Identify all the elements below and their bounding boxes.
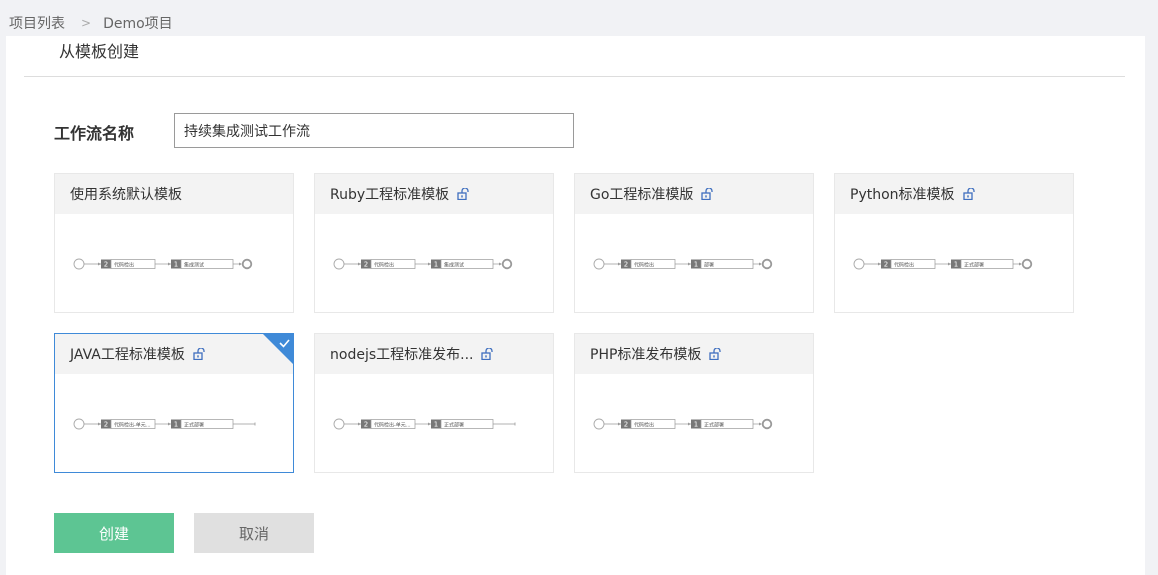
template-card[interactable]: Go工程标准模版 2 代码检出 1 部署 (574, 173, 814, 313)
pipeline-flow-diagram: 2 代码检出-单元... 1 正式部署 (333, 418, 516, 430)
svg-text:2: 2 (104, 421, 108, 429)
template-preview: 2 代码检出-单元... 1 正式部署 (55, 374, 293, 472)
svg-text:2: 2 (884, 261, 888, 269)
template-preview: 2 代码检出 1 集成测试 (315, 214, 553, 312)
template-card[interactable]: PHP标准发布模板 2 代码检出 1 正式部署 (574, 333, 814, 473)
svg-text:2: 2 (624, 421, 628, 429)
svg-text:1: 1 (434, 421, 438, 429)
svg-text:1: 1 (954, 261, 958, 269)
stage-2-label: 正式部署 (444, 421, 464, 428)
template-name: JAVA工程标准模板 (70, 347, 185, 363)
svg-text:2: 2 (364, 261, 368, 269)
template-card-header: nodejs工程标准发布... (315, 334, 553, 374)
stage-1-label: 代码检出-单元... (114, 421, 151, 428)
stage-1-label: 代码检出 (634, 261, 654, 268)
template-name: Go工程标准模版 (590, 187, 694, 203)
pipeline-flow-diagram: 2 代码检出-单元... 1 正式部署 (73, 418, 256, 430)
svg-text:2: 2 (364, 421, 368, 429)
workflow-name-input[interactable] (174, 113, 574, 148)
template-name: nodejs工程标准发布... (330, 347, 474, 363)
breadcrumb: 项目列表 > Demo项目 (9, 13, 173, 33)
pipeline-flow-diagram: 2 代码检出 1 正式部署 (593, 418, 773, 430)
template-name: 使用系统默认模板 (70, 187, 182, 203)
stage-2-label: 集成测试 (184, 261, 204, 268)
breadcrumb-separator: > (81, 16, 92, 30)
unlock-icon (481, 348, 494, 360)
stage-1-label: 代码检出 (114, 261, 134, 268)
template-card-header: Ruby工程标准模板 (315, 174, 553, 214)
template-name: Ruby工程标准模板 (330, 187, 450, 203)
svg-text:2: 2 (104, 261, 108, 269)
workflow-name-label: 工作流名称 (54, 124, 135, 143)
template-card-header: JAVA工程标准模板 (55, 334, 293, 374)
stage-2-label: 正式部署 (964, 261, 984, 268)
unlock-icon (962, 188, 975, 200)
stage-2-label: 正式部署 (184, 421, 204, 428)
main-panel: 从模板创建 工作流名称 使用系统默认模板2代码检出1集成测试Ruby工程标准模板… (6, 36, 1145, 575)
svg-text:1: 1 (694, 261, 698, 269)
template-preview: 2 代码检出 1 正式部署 (575, 374, 813, 472)
create-button[interactable]: 创建 (54, 513, 174, 553)
cancel-button[interactable]: 取消 (194, 513, 314, 553)
template-card-header: Python标准模板 (835, 174, 1073, 214)
stage-2-label: 集成测试 (444, 261, 464, 268)
pipeline-flow-diagram: 2 代码检出 1 部署 (593, 258, 773, 270)
svg-text:1: 1 (434, 261, 438, 269)
stage-1-label: 代码检出 (634, 421, 654, 428)
divider (24, 76, 1125, 77)
unlock-icon (701, 188, 714, 200)
unlock-icon (457, 188, 469, 200)
pipeline-flow-diagram: 2 代码检出 1 正式部署 (853, 258, 1033, 270)
template-preview: 2 代码检出 1 正式部署 (835, 214, 1073, 312)
svg-text:1: 1 (174, 421, 178, 429)
template-card-header: 使用系统默认模板 (55, 174, 293, 214)
template-card[interactable]: nodejs工程标准发布... 2 代码检出-单元... 1 正式部署 (314, 333, 554, 473)
svg-text:2: 2 (624, 261, 628, 269)
svg-text:1: 1 (174, 261, 178, 269)
selected-check-icon (263, 334, 293, 364)
template-preview: 2 代码检出-单元... 1 正式部署 (315, 374, 553, 472)
template-card[interactable]: JAVA工程标准模板 2 代码检出-单元... 1 正式部署 (54, 333, 294, 473)
stage-1-label: 代码检出-单元... (374, 421, 411, 428)
stage-2-label: 部署 (704, 261, 714, 268)
pipeline-flow-diagram: 2 代码检出 1 集成测试 (73, 258, 253, 270)
template-card[interactable]: Ruby工程标准模板 2 代码检出 1 集成测试 (314, 173, 554, 313)
pipeline-flow-diagram: 2 代码检出 1 集成测试 (333, 258, 513, 270)
template-name: Python标准模板 (850, 187, 955, 203)
template-name: PHP标准发布模板 (590, 347, 702, 363)
template-preview: 2 代码检出 1 集成测试 (55, 214, 293, 312)
unlock-icon (709, 348, 722, 360)
stage-1-label: 代码检出 (894, 261, 914, 268)
stage-2-label: 正式部署 (704, 421, 724, 428)
stage-1-label: 代码检出 (374, 261, 394, 268)
svg-text:1: 1 (694, 421, 698, 429)
template-card-header: PHP标准发布模板 (575, 334, 813, 374)
template-card-header: Go工程标准模版 (575, 174, 813, 214)
unlock-icon (193, 348, 205, 360)
breadcrumb-current: Demo项目 (103, 16, 173, 32)
template-card[interactable]: 使用系统默认模板 2 代码检出 1 集成测试 (54, 173, 294, 313)
breadcrumb-project-list[interactable]: 项目列表 (9, 13, 65, 33)
template-preview: 2 代码检出 1 部署 (575, 214, 813, 312)
page-title: 从模板创建 (59, 42, 140, 61)
template-card[interactable]: Python标准模板 2 代码检出 1 正式部署 (834, 173, 1074, 313)
